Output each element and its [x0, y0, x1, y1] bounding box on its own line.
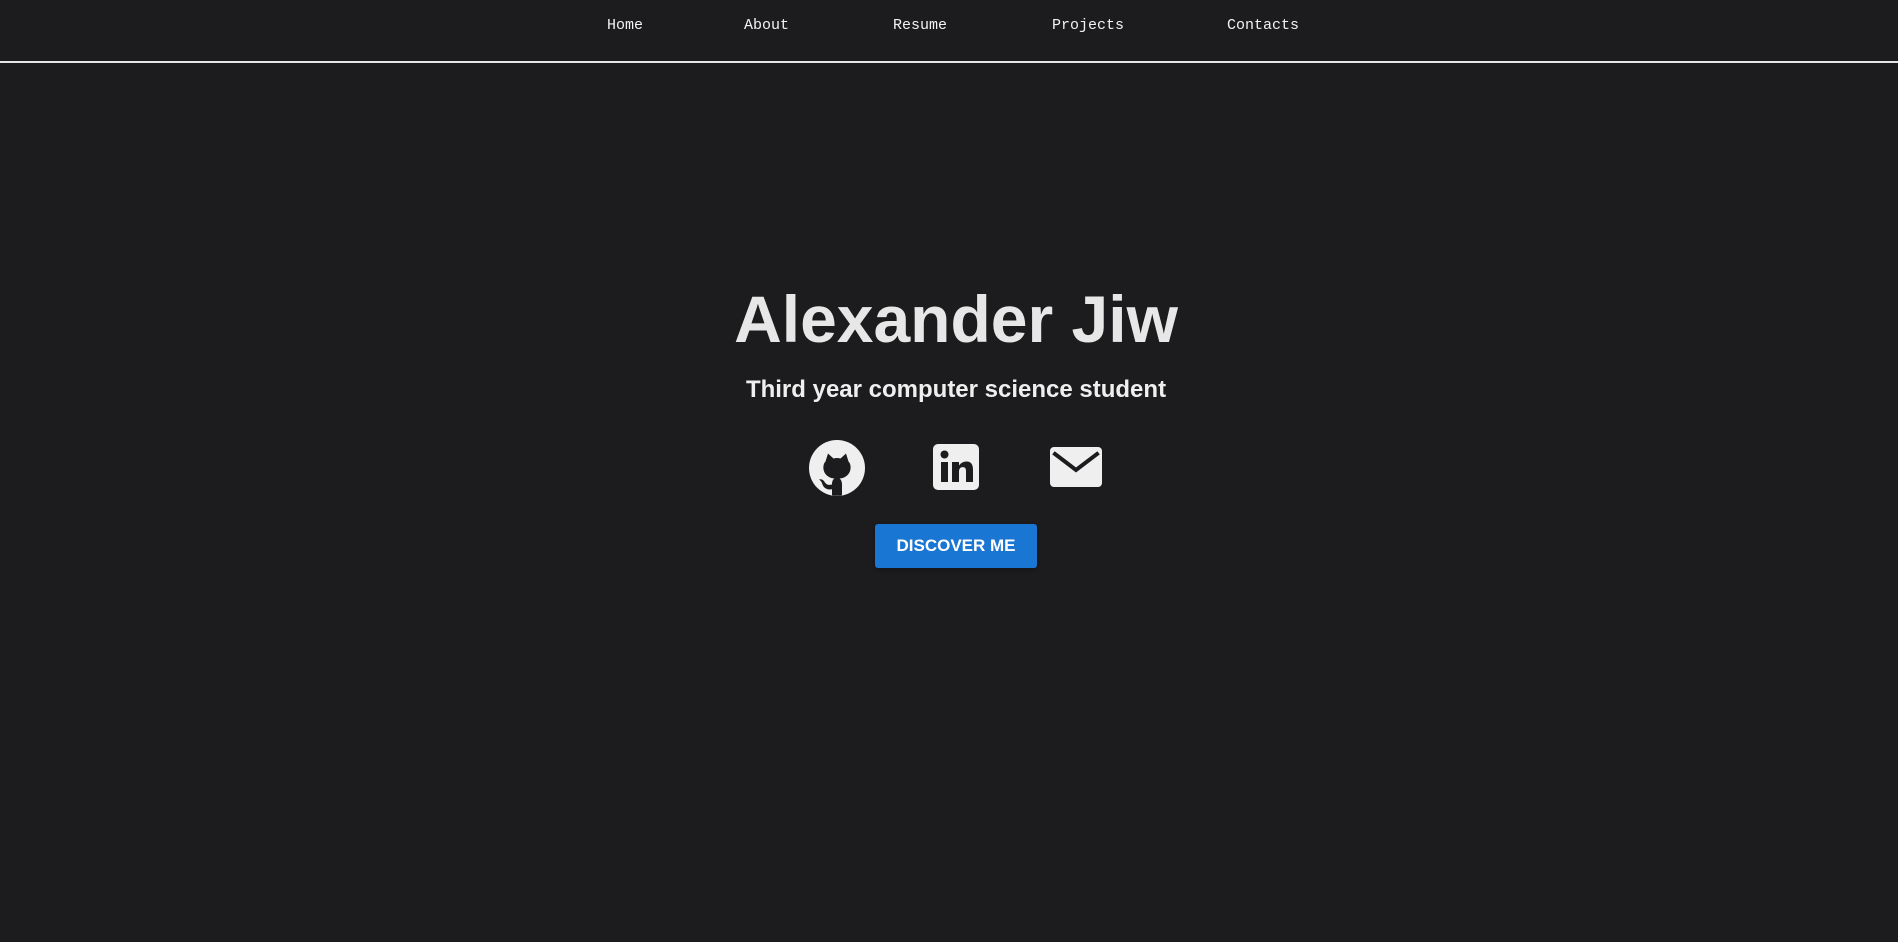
email-link[interactable]	[1049, 446, 1103, 488]
github-link[interactable]	[808, 439, 866, 497]
portfolio-page: Home About Resume Projects Contacts Alex…	[0, 0, 1898, 942]
hero-name: Alexander Jiw	[734, 282, 1178, 356]
github-icon	[809, 440, 865, 496]
linkedin-icon	[933, 444, 979, 490]
linkedin-link[interactable]	[932, 443, 980, 491]
discover-me-button[interactable]: DISCOVER ME	[875, 524, 1037, 568]
hero-section: Alexander Jiw Third year computer scienc…	[0, 0, 1898, 942]
hero-subtitle: Third year computer science student	[745, 376, 1167, 403]
email-icon	[1050, 447, 1102, 487]
